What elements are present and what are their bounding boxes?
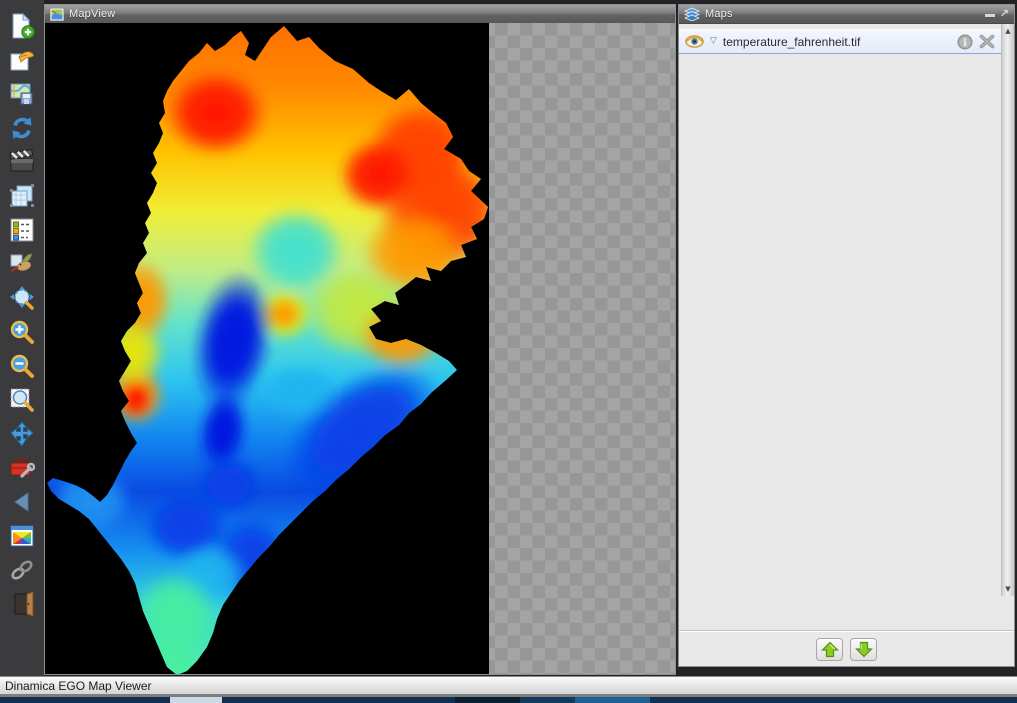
refresh-icon bbox=[9, 115, 35, 141]
move-layer-down-button[interactable] bbox=[850, 638, 877, 661]
mapview-title: MapView bbox=[69, 8, 115, 20]
animation-clapperboard-icon bbox=[9, 149, 35, 175]
zoom-in-icon bbox=[9, 319, 35, 345]
open-map-button[interactable] bbox=[8, 46, 36, 73]
layer-filename: temperature_fahrenheit.tif bbox=[723, 35, 860, 49]
green-up-arrow-icon bbox=[821, 641, 839, 658]
move-layer-up-button[interactable] bbox=[816, 638, 843, 661]
map-canvas[interactable] bbox=[45, 23, 675, 674]
mapview-icon bbox=[50, 8, 64, 21]
layer-row[interactable]: ▽ temperature_fahrenheit.tif i bbox=[679, 29, 1001, 54]
toolbox-button[interactable] bbox=[8, 454, 36, 481]
maps-layer-list: ▽ temperature_fahrenheit.tif i ▲ ▼ bbox=[679, 24, 1014, 631]
link-icon bbox=[9, 557, 35, 583]
zoom-in-button[interactable] bbox=[8, 318, 36, 345]
maps-panel: Maps ↗ ▽ temperature_fahrenheit.tif i bbox=[678, 4, 1015, 667]
scroll-up-button[interactable]: ▲ bbox=[1002, 24, 1014, 38]
animation-button[interactable] bbox=[8, 148, 36, 175]
temperature-raster bbox=[45, 23, 489, 674]
pan-icon bbox=[9, 421, 35, 447]
link-button[interactable] bbox=[8, 556, 36, 583]
layer-reorder-bar bbox=[679, 631, 1014, 666]
expand-triangle-icon[interactable]: ▽ bbox=[710, 37, 717, 46]
maps-scrollbar[interactable]: ▲ ▼ bbox=[1001, 24, 1014, 596]
zoom-out-button[interactable] bbox=[8, 352, 36, 379]
maps-panel-titlebar[interactable]: Maps ↗ bbox=[679, 5, 1014, 24]
zoom-selection-button[interactable] bbox=[8, 386, 36, 413]
layer-close-button[interactable] bbox=[979, 34, 995, 49]
save-map-button[interactable] bbox=[8, 80, 36, 107]
back-arrow-icon bbox=[9, 489, 35, 515]
mapview-window: MapView bbox=[44, 4, 676, 675]
taskbar-strip bbox=[0, 697, 1017, 703]
info-glyph: i bbox=[963, 38, 967, 49]
mapview-titlebar[interactable]: MapView bbox=[45, 5, 675, 24]
scroll-down-arrow-icon: ▼ bbox=[1005, 585, 1010, 593]
tile-layers-icon bbox=[9, 183, 35, 209]
color-palette-icon bbox=[9, 523, 35, 549]
zoom-selection-icon bbox=[9, 387, 35, 413]
legend-button[interactable] bbox=[8, 216, 36, 243]
hummingbird-icon bbox=[9, 251, 35, 277]
save-map-icon bbox=[9, 81, 35, 107]
open-map-icon bbox=[9, 47, 35, 73]
status-text: Dinamica EGO Map Viewer bbox=[5, 679, 152, 693]
layers-icon bbox=[684, 7, 700, 21]
minimize-icon[interactable] bbox=[985, 14, 995, 18]
layer-info-button[interactable]: i bbox=[957, 34, 973, 50]
visibility-eye-icon[interactable] bbox=[685, 35, 704, 48]
legend-icon bbox=[9, 217, 35, 243]
pan-button[interactable] bbox=[8, 420, 36, 447]
zoom-extent-icon bbox=[9, 285, 35, 311]
close-x-icon bbox=[979, 34, 995, 49]
exit-button[interactable] bbox=[8, 590, 36, 617]
green-down-arrow-icon bbox=[855, 641, 873, 658]
toolbox-icon bbox=[9, 455, 35, 481]
hummingbird-button[interactable] bbox=[8, 250, 36, 277]
tile-layers-button[interactable] bbox=[8, 182, 36, 209]
new-map-button[interactable] bbox=[8, 12, 36, 39]
zoom-extent-button[interactable] bbox=[8, 284, 36, 311]
status-bar: Dinamica EGO Map Viewer bbox=[0, 676, 1017, 694]
maps-panel-title: Maps bbox=[705, 8, 733, 20]
detach-icon[interactable]: ↗ bbox=[1000, 9, 1009, 19]
app-window: MapView bbox=[0, 0, 1017, 703]
scroll-up-arrow-icon: ▲ bbox=[1005, 27, 1010, 35]
refresh-button[interactable] bbox=[8, 114, 36, 141]
new-map-icon bbox=[9, 13, 35, 39]
back-button[interactable] bbox=[8, 488, 36, 515]
exit-door-icon bbox=[9, 591, 35, 617]
toolbar bbox=[0, 0, 44, 676]
color-palette-button[interactable] bbox=[8, 522, 36, 549]
scrollbar-track[interactable] bbox=[1002, 38, 1014, 582]
scroll-down-button[interactable]: ▼ bbox=[1002, 582, 1014, 596]
zoom-out-icon bbox=[9, 353, 35, 379]
